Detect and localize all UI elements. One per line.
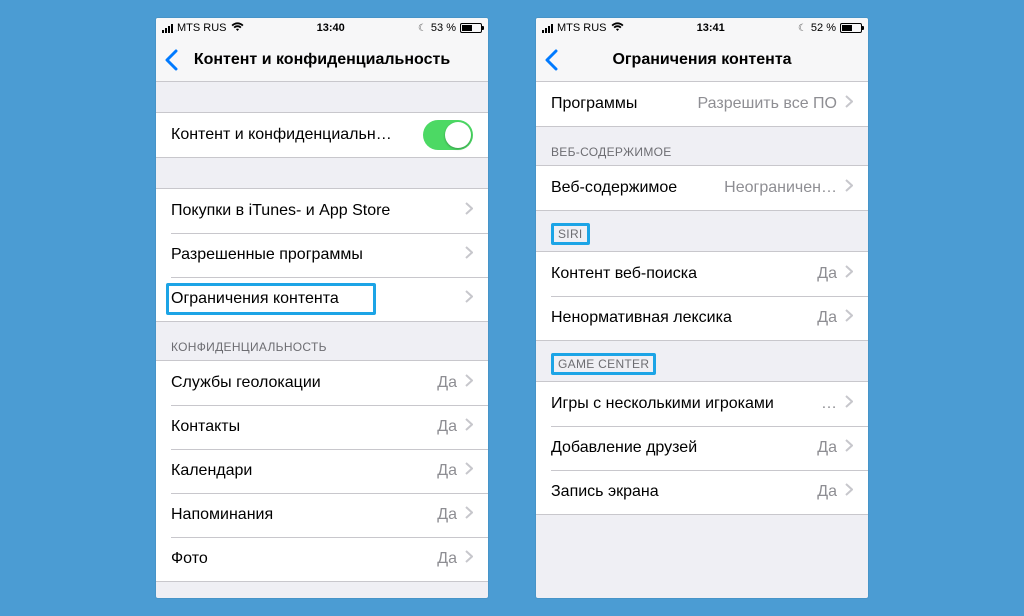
back-button[interactable] [164, 49, 178, 71]
row-label: Добавление друзей [551, 439, 807, 457]
row-label: Контакты [171, 418, 427, 436]
row-value: Да [817, 439, 837, 457]
nav-bar: Контент и конфиденциальность [156, 38, 488, 82]
carrier-label: MTS RUS [557, 22, 607, 34]
highlight-box: GAME CENTER [551, 353, 656, 375]
row-label: Разрешенные программы [171, 246, 457, 264]
chevron-right-icon [845, 395, 853, 413]
signal-icon [542, 24, 553, 33]
chevron-right-icon [465, 246, 473, 264]
row-web-search-content[interactable]: Контент веб-поиска Да [536, 252, 868, 296]
row-value: Да [437, 506, 457, 524]
row-value: Да [437, 462, 457, 480]
row-value: Да [437, 550, 457, 568]
row-value: Да [437, 374, 457, 392]
section-header-web: ВЕБ-СОДЕРЖИМОЕ [536, 127, 868, 165]
chevron-right-icon [465, 462, 473, 480]
row-value: Да [817, 265, 837, 283]
section-header-gamecenter: GAME CENTER [536, 341, 868, 381]
row-label: Веб-содержимое [551, 179, 714, 197]
page-title: Контент и конфиденциальность [156, 51, 488, 69]
row-label: Контент веб-поиска [551, 265, 807, 283]
signal-icon [162, 24, 173, 33]
row-label: Службы геолокации [171, 374, 427, 392]
row-location-services[interactable]: Службы геолокации Да [156, 361, 488, 405]
row-adding-friends[interactable]: Добавление друзей Да [536, 426, 868, 470]
chevron-right-icon [465, 506, 473, 524]
row-web-content[interactable]: Веб-содержимое Неограничен… [536, 166, 868, 210]
row-contacts[interactable]: Контакты Да [156, 405, 488, 449]
row-label: Запись экрана [551, 483, 807, 501]
wifi-icon [231, 22, 244, 35]
status-bar: MTS RUS 13:40 ☾ 53 % [156, 18, 488, 38]
highlight-box: SIRI [551, 223, 590, 245]
row-label: Ненормативная лексика [551, 309, 807, 327]
row-label: Фото [171, 550, 427, 568]
status-bar: MTS RUS 13:41 ☾ 52 % [536, 18, 868, 38]
chevron-right-icon [845, 439, 853, 457]
section-header-siri: SIRI [536, 211, 868, 251]
clock: 13:41 [697, 22, 725, 34]
row-value: Разрешить все ПО [698, 95, 837, 113]
row-screen-recording[interactable]: Запись экрана Да [536, 470, 868, 514]
row-label: Покупки в iTunes- и App Store [171, 202, 457, 220]
chevron-right-icon [465, 550, 473, 568]
dnd-icon: ☾ [418, 23, 427, 34]
chevron-right-icon [465, 374, 473, 392]
row-value: Да [437, 418, 457, 436]
row-label: Игры с несколькими игроками [551, 395, 811, 413]
toggle-switch[interactable] [423, 120, 473, 150]
phone-right: MTS RUS 13:41 ☾ 52 % Ограничения контент… [536, 18, 868, 598]
row-content-restrictions[interactable]: Ограничения контента [156, 277, 488, 321]
row-multiplayer-games[interactable]: Игры с несколькими игроками … [536, 382, 868, 426]
chevron-right-icon [845, 95, 853, 113]
battery-percent: 53 % [431, 22, 456, 34]
row-reminders[interactable]: Напоминания Да [156, 493, 488, 537]
row-value: Да [817, 309, 837, 327]
row-label: Программы [551, 95, 688, 113]
row-allowed-apps[interactable]: Разрешенные программы [156, 233, 488, 277]
carrier-label: MTS RUS [177, 22, 227, 34]
chevron-right-icon [845, 309, 853, 327]
row-apps[interactable]: Программы Разрешить все ПО [536, 82, 868, 126]
row-label: Напоминания [171, 506, 427, 524]
row-value: Да [817, 483, 837, 501]
chevron-right-icon [465, 418, 473, 436]
back-button[interactable] [544, 49, 558, 71]
row-explicit-language[interactable]: Ненормативная лексика Да [536, 296, 868, 340]
row-itunes-purchases[interactable]: Покупки в iTunes- и App Store [156, 189, 488, 233]
row-value: … [821, 395, 837, 413]
row-label: Контент и конфиденциальн… [171, 126, 423, 144]
wifi-icon [611, 22, 624, 35]
battery-icon [460, 23, 482, 33]
page-title: Ограничения контента [536, 51, 868, 69]
section-header-privacy: КОНФИДЕНЦИАЛЬНОСТЬ [156, 322, 488, 360]
clock: 13:40 [317, 22, 345, 34]
row-content-privacy-toggle[interactable]: Контент и конфиденциальн… [156, 113, 488, 157]
row-label: Календари [171, 462, 427, 480]
battery-percent: 52 % [811, 22, 836, 34]
row-calendars[interactable]: Календари Да [156, 449, 488, 493]
chevron-right-icon [845, 179, 853, 197]
chevron-right-icon [465, 202, 473, 220]
row-value: Неограничен… [724, 179, 837, 197]
chevron-right-icon [845, 483, 853, 501]
chevron-right-icon [465, 290, 473, 308]
row-photos[interactable]: Фото Да [156, 537, 488, 581]
dnd-icon: ☾ [798, 23, 807, 34]
row-label: Ограничения контента [171, 290, 457, 308]
phone-left: MTS RUS 13:40 ☾ 53 % Контент и конфиденц… [156, 18, 488, 598]
chevron-right-icon [845, 265, 853, 283]
nav-bar: Ограничения контента [536, 38, 868, 82]
battery-icon [840, 23, 862, 33]
